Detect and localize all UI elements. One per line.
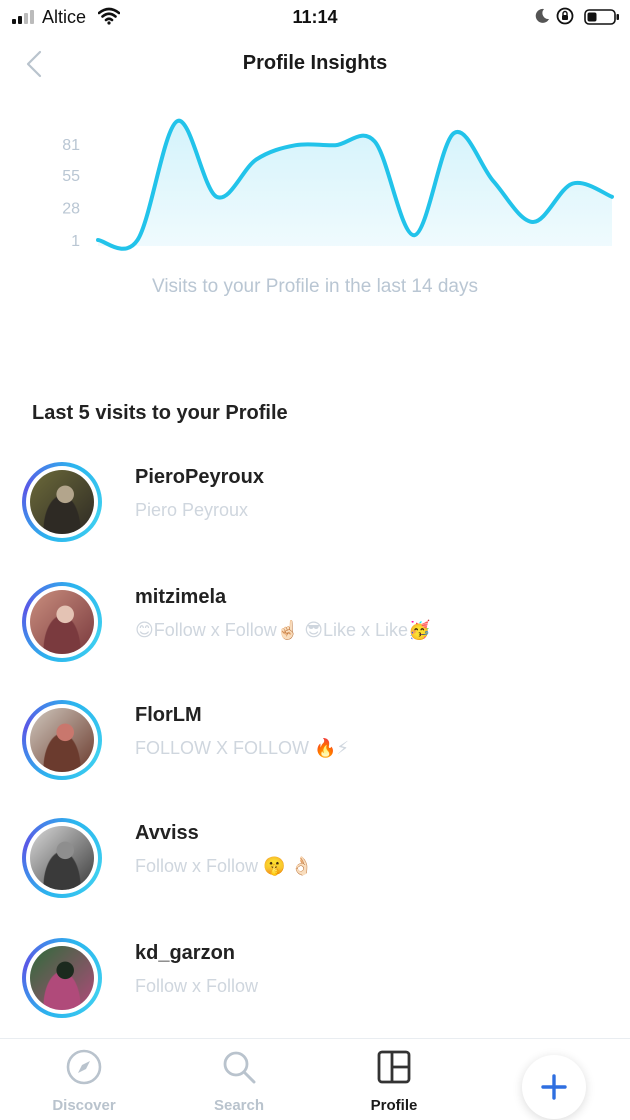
section-title: Last 5 visits to your Profile [32,402,288,424]
chart-caption: Visits to your Profile in the last 14 da… [152,276,478,297]
avatar-story-ring[interactable] [22,700,102,780]
avatar [30,470,94,534]
y-tick-label: 28 [62,201,80,218]
avatar-story-ring[interactable] [22,462,102,542]
avatar-story-ring[interactable] [22,938,102,1018]
avatar [30,826,94,890]
page-title: Profile Insights [242,52,388,74]
username[interactable]: PieroPeyroux [135,466,264,489]
tab-profile[interactable]: Profile [344,1039,444,1120]
tab-label: Discover [52,1097,116,1114]
user-subtitle: Follow x Follow [135,976,259,996]
chart-svg: 81 55 28 1 [62,119,614,251]
username[interactable]: mitzimela [135,586,226,609]
tab-bar: Discover Search Profile [0,1038,630,1120]
user-subtitle: 😊Follow x Follow☝🏻 😎Like x Like🥳 [135,620,431,640]
tab-search[interactable]: Search [189,1039,289,1120]
moon-icon [535,8,549,23]
y-tick-label: 81 [62,137,80,154]
user-subtitle: FOLLOW X FOLLOW 🔥⚡ [135,738,350,758]
visit-item[interactable]: PieroPeyroux Piero Peyroux [0,460,630,550]
chart-area-fill [98,120,612,249]
y-tick-label: 55 [62,168,80,185]
status-bar: Altice 11:14 [0,0,630,34]
avatar [30,708,94,772]
battery-icon [584,9,619,25]
user-subtitle: Follow x Follow 🤫 👌🏻 [135,856,313,876]
avatar [30,590,94,654]
username[interactable]: kd_garzon [135,942,235,965]
username[interactable]: FlorLM [135,704,202,727]
avatar [30,946,94,1010]
visit-item[interactable]: kd_garzon Follow x Follow [0,936,630,1026]
create-post-button[interactable] [522,1055,586,1119]
profile-grid-icon [377,1050,411,1084]
tab-label: Profile [370,1097,418,1114]
user-subtitle: Piero Peyroux [135,500,249,520]
tab-label: Search [213,1097,265,1114]
visit-item[interactable]: mitzimela 😊Follow x Follow☝🏻 😎Like x Lik… [0,580,630,670]
avatar-story-ring[interactable] [22,582,102,662]
visit-item[interactable]: Avviss Follow x Follow 🤫 👌🏻 [0,816,630,906]
username[interactable]: Avviss [135,822,199,845]
y-tick-label: 1 [71,233,80,250]
tab-discover[interactable]: Discover [34,1039,134,1120]
avatar-story-ring[interactable] [22,818,102,898]
plus-icon [541,1074,567,1100]
compass-icon [66,1049,102,1085]
visits-chart: 81 55 28 1 [0,96,630,256]
rotation-lock-icon [556,7,574,25]
header: Profile Insights [0,34,630,94]
visit-item[interactable]: FlorLM FOLLOW X FOLLOW 🔥⚡ [0,698,630,788]
search-icon [223,1051,256,1084]
